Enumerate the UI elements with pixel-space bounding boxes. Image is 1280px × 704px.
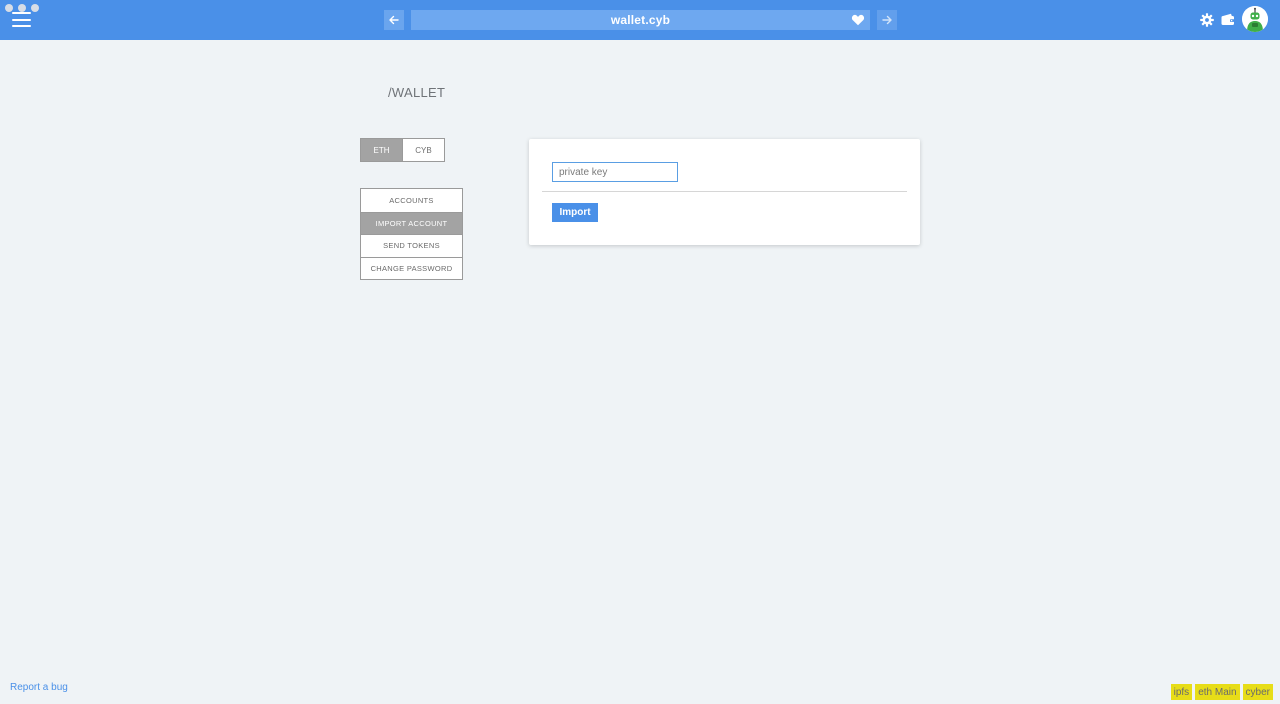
wallet-icon[interactable] bbox=[1220, 12, 1236, 28]
back-button[interactable] bbox=[384, 10, 404, 30]
report-bug-link[interactable]: Report a bug bbox=[10, 682, 68, 693]
user-avatar[interactable] bbox=[1242, 6, 1268, 32]
network-option-eth[interactable]: ETH bbox=[361, 139, 402, 161]
top-bar: wallet.cyb bbox=[0, 0, 1280, 40]
import-button[interactable]: Import bbox=[552, 203, 598, 222]
page-title: /WALLET bbox=[388, 85, 446, 100]
arrow-right-icon bbox=[882, 15, 892, 25]
window-controls bbox=[5, 4, 39, 12]
arrow-left-icon bbox=[389, 15, 399, 25]
import-account-card: Import bbox=[529, 139, 920, 245]
robot-avatar-icon bbox=[1242, 6, 1268, 32]
app-window: wallet.cyb /WALLET ETH CYB ACCOUNTS IMPO… bbox=[0, 0, 1280, 704]
side-menu-import-account[interactable]: IMPORT ACCOUNT bbox=[361, 211, 462, 234]
network-toggle: ETH CYB bbox=[360, 138, 445, 162]
badge-cyber[interactable]: cyber bbox=[1242, 684, 1273, 700]
wallet-side-menu: ACCOUNTS IMPORT ACCOUNT SEND TOKENS CHAN… bbox=[360, 188, 463, 280]
card-divider bbox=[542, 191, 907, 192]
hamburger-menu-icon[interactable] bbox=[12, 12, 31, 27]
minimize-window-button[interactable] bbox=[18, 4, 26, 12]
url-text: wallet.cyb bbox=[610, 13, 671, 27]
badge-eth-main[interactable]: eth Main bbox=[1195, 684, 1240, 700]
side-menu-accounts[interactable]: ACCOUNTS bbox=[361, 189, 462, 212]
private-key-input[interactable] bbox=[552, 162, 678, 182]
heart-icon[interactable] bbox=[851, 13, 865, 27]
close-window-button[interactable] bbox=[5, 4, 13, 12]
maximize-window-button[interactable] bbox=[31, 4, 39, 12]
address-bar[interactable]: wallet.cyb bbox=[411, 10, 870, 30]
network-option-cyb[interactable]: CYB bbox=[402, 139, 444, 161]
side-menu-send-tokens[interactable]: SEND TOKENS bbox=[361, 234, 462, 257]
status-badges: ipfs eth Main cyber bbox=[1170, 684, 1273, 700]
gear-icon[interactable] bbox=[1199, 12, 1215, 28]
forward-button[interactable] bbox=[877, 10, 897, 30]
badge-ipfs[interactable]: ipfs bbox=[1170, 684, 1193, 700]
side-menu-change-password[interactable]: CHANGE PASSWORD bbox=[361, 256, 462, 280]
